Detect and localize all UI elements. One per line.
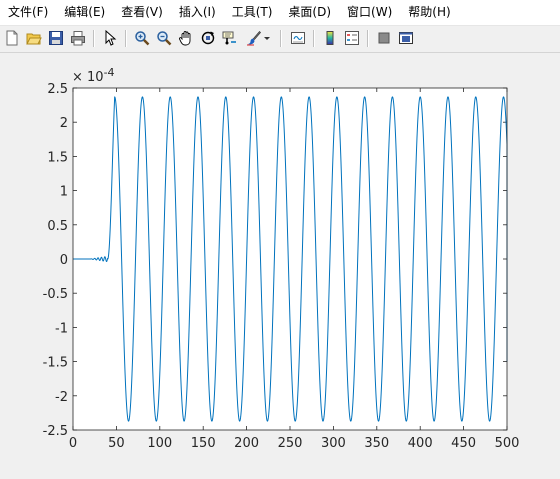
pan-hand-icon[interactable] — [176, 28, 196, 48]
toolbar-separator — [93, 30, 95, 47]
menu-bar: 文件(F) 编辑(E) 查看(V) 插入(I) 工具(T) 桌面(D) 窗口(W… — [0, 0, 560, 26]
x-tick-label: 300 — [321, 436, 346, 451]
y-tick-label: 1.5 — [47, 150, 68, 165]
menu-desktop[interactable]: 桌面(D) — [280, 0, 339, 25]
axes-background — [73, 88, 507, 430]
hide-plot-tools-icon[interactable] — [374, 28, 394, 48]
y-tick-label: 0 — [60, 253, 68, 268]
y-tick-label: 2 — [60, 116, 68, 131]
new-figure-icon[interactable] — [2, 28, 22, 48]
x-tick-label: 250 — [278, 436, 303, 451]
y-tick-label: 0.5 — [47, 219, 68, 234]
toolbar-separator — [367, 30, 369, 47]
rotate-3d-icon[interactable] — [198, 28, 218, 48]
svg-text:× 10-4: × 10-4 — [72, 66, 115, 85]
link-plot-icon[interactable] — [288, 28, 308, 48]
menu-insert[interactable]: 插入(I) — [171, 0, 224, 25]
y-tick-label: -2.5 — [43, 424, 68, 439]
colorbar-icon[interactable] — [320, 28, 340, 48]
toolbar-separator — [313, 30, 315, 47]
menu-window[interactable]: 窗口(W) — [339, 0, 400, 25]
brush-dropdown-arrow-icon[interactable] — [262, 28, 272, 48]
x-tick-label: 350 — [364, 436, 389, 451]
y-tick-label: -0.5 — [43, 287, 68, 302]
toolbar-separator — [280, 30, 282, 47]
menu-help[interactable]: 帮助(H) — [400, 0, 458, 25]
x-tick-label: 50 — [108, 436, 125, 451]
y-tick-label: -1 — [55, 321, 68, 336]
menu-view[interactable]: 查看(V) — [113, 0, 171, 25]
data-cursor-icon[interactable] — [220, 28, 240, 48]
save-icon[interactable] — [46, 28, 66, 48]
x-tick-label: 150 — [191, 436, 216, 451]
open-file-icon[interactable] — [24, 28, 44, 48]
edit-plot-arrow-icon[interactable] — [100, 28, 120, 48]
line-chart[interactable]: 0 50 100 150 200 250 300 350 400 450 500 2.5 2 1.5 1 0.… — [0, 53, 560, 475]
zoom-out-icon[interactable] — [154, 28, 174, 48]
y-tick-label: -2 — [55, 390, 68, 405]
x-tick-label: 500 — [495, 436, 520, 451]
x-tick-label: 100 — [147, 436, 172, 451]
zoom-in-icon[interactable] — [132, 28, 152, 48]
print-icon[interactable] — [68, 28, 88, 48]
y-tick-label: 2.5 — [47, 82, 68, 97]
brush-icon[interactable] — [244, 28, 264, 48]
figure-canvas: 0 50 100 150 200 250 300 350 400 450 500 2.5 2 1.5 1 0.… — [0, 53, 560, 475]
menu-edit[interactable]: 编辑(E) — [56, 0, 113, 25]
y-tick-label: -1.5 — [43, 356, 68, 371]
show-plot-tools-icon[interactable] — [396, 28, 416, 48]
toolbar-separator — [125, 30, 127, 47]
menu-tools[interactable]: 工具(T) — [224, 0, 281, 25]
x-tick-label: 400 — [408, 436, 433, 451]
x-tick-label: 0 — [69, 436, 77, 451]
menu-file[interactable]: 文件(F) — [0, 0, 56, 25]
y-exponent-label: × 10-4 — [72, 66, 115, 85]
x-tick-label: 200 — [234, 436, 259, 451]
y-tick-label: 1 — [60, 185, 68, 200]
x-tick-label: 450 — [451, 436, 476, 451]
legend-icon[interactable] — [342, 28, 362, 48]
figure-toolbar — [0, 26, 560, 53]
